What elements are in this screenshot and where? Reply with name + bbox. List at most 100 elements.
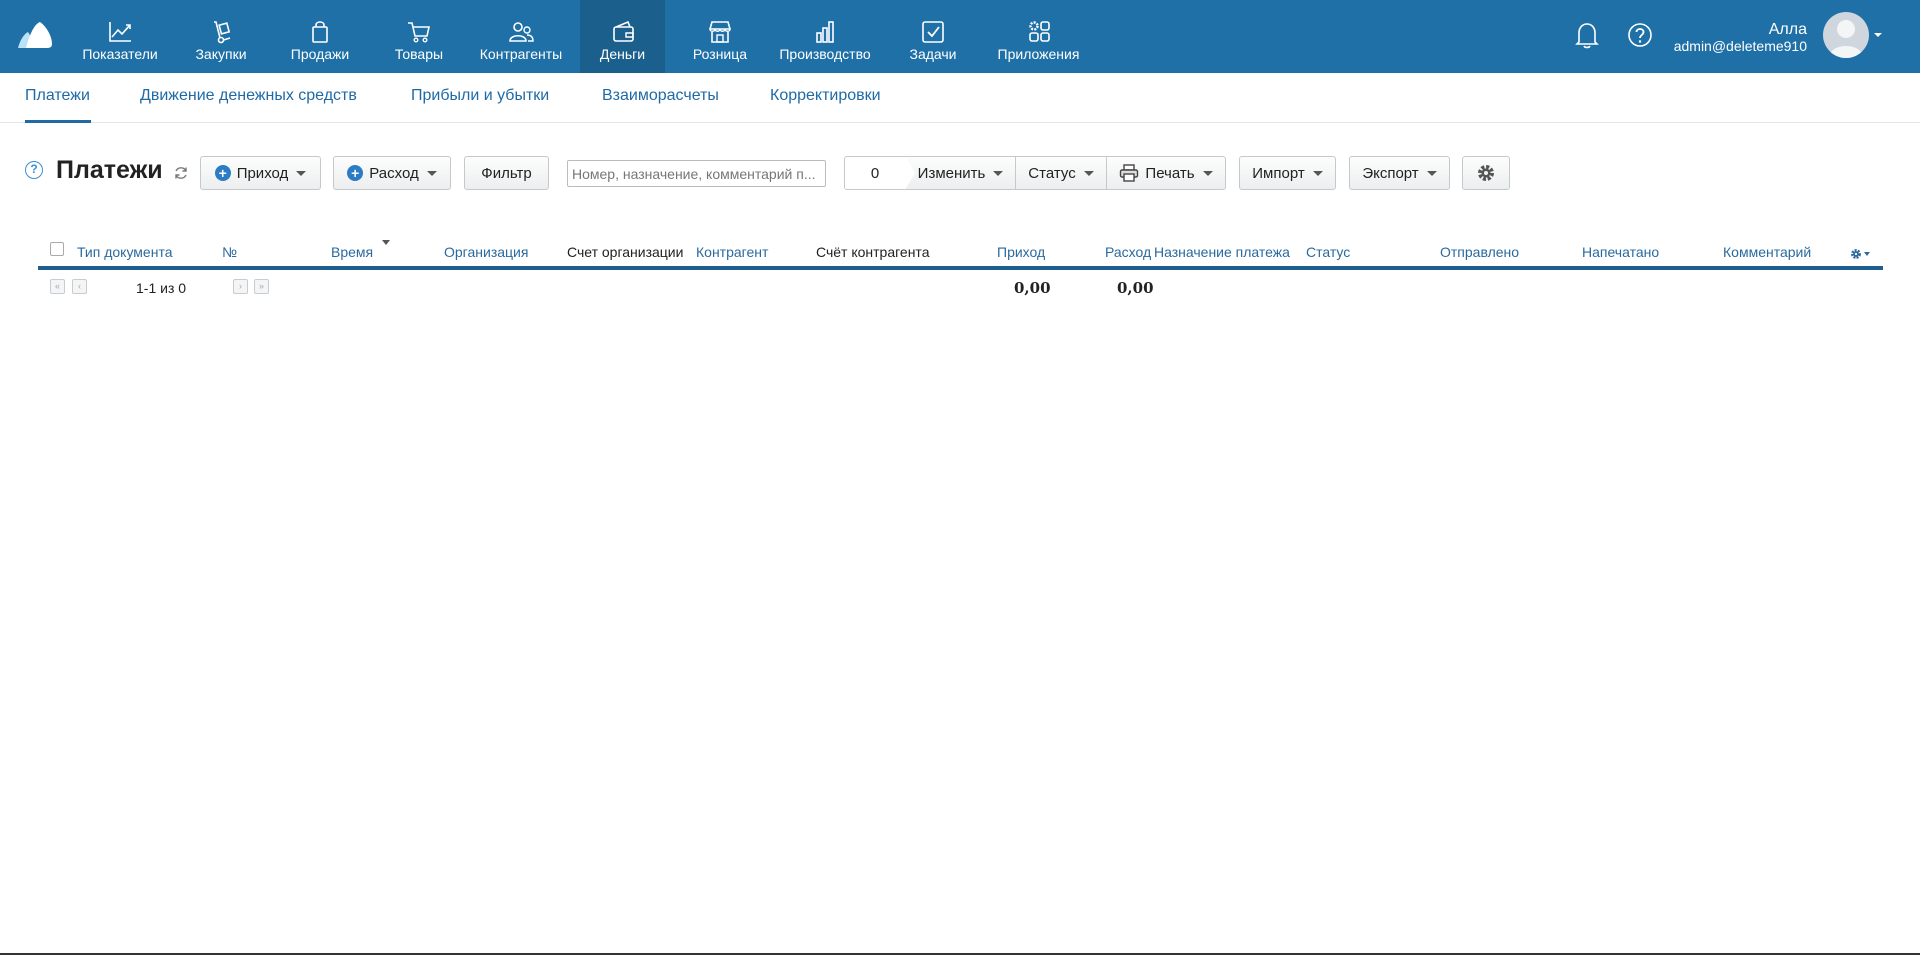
tab-payments[interactable]: Платежи [25,87,90,105]
search-input[interactable] [567,160,826,187]
nav-retail[interactable]: Розница [689,0,751,73]
chevron-down-icon [993,170,1004,176]
pager-text: 1-1 из 0 [136,280,187,296]
column-expense[interactable]: Расход [1105,244,1151,260]
column-organization[interactable]: Организация [444,244,528,260]
chevron-down-icon [296,170,307,176]
nav-products[interactable]: Товары [387,0,451,73]
tab-adjustments[interactable]: Корректировки [770,87,881,105]
sub-navigation: Платежи Движение денежных средств Прибыл… [0,73,1920,123]
selected-count: 0 [844,156,906,190]
total-income: 0,00 [1014,279,1051,297]
column-time[interactable]: Время [331,244,373,260]
store-icon [708,21,732,43]
import-button[interactable]: Импорт [1239,156,1336,190]
moysklad-logo-icon[interactable] [16,18,56,52]
nav-sales[interactable]: Продажи [284,0,356,73]
refresh-icon[interactable] [173,165,189,181]
table-header: Тип документа № Время Организация Счет о… [38,240,1883,270]
page-help-icon[interactable]: ? [25,161,43,179]
import-button-label: Импорт [1252,164,1305,182]
nav-indicators[interactable]: Показатели [77,0,163,73]
income-button[interactable]: + Приход [200,156,321,190]
column-status[interactable]: Статус [1306,244,1350,260]
gear-icon [1478,165,1494,181]
status-button[interactable]: Статус [1015,156,1107,190]
export-button[interactable]: Экспорт [1349,156,1450,190]
shopping-bag-icon [312,21,328,43]
top-navigation-bar: Показатели Закупки Продажи Товары Контра… [0,0,1920,73]
nav-money[interactable]: Деньги [580,0,665,73]
nav-tasks[interactable]: Задачи [905,0,961,73]
filter-button[interactable]: Фильтр [464,156,549,190]
change-button-label: Изменить [917,164,986,182]
column-purpose[interactable]: Назначение платежа [1154,244,1290,260]
user-name[interactable]: Алла [1769,21,1807,39]
settings-button[interactable] [1462,156,1510,190]
chart-line-icon [109,22,131,42]
column-settings-button[interactable] [1850,248,1870,260]
total-expense: 0,00 [1117,279,1154,297]
filter-button-label: Фильтр [481,164,532,182]
nav-label: Задачи [909,46,957,62]
chevron-down-icon [426,170,437,176]
sort-desc-icon [382,240,390,245]
chevron-down-icon [1864,252,1870,256]
plus-icon: + [347,165,364,181]
nav-counterparties[interactable]: Контрагенты [477,0,565,73]
user-login[interactable]: admin@deleteme910 [1674,38,1807,54]
change-button[interactable]: Изменить [906,156,1016,190]
next-page-button[interactable]: › [233,279,248,294]
printer-icon [1120,164,1139,182]
user-silhouette-icon [1829,20,1863,58]
print-button[interactable]: Печать [1106,156,1226,190]
chevron-down-icon [1202,170,1213,176]
nav-label: Показатели [82,46,158,62]
chevron-down-icon [1312,170,1323,176]
column-org-account: Счет организации [567,244,684,260]
chevron-down-icon [1083,170,1094,176]
column-sent[interactable]: Отправлено [1440,244,1519,260]
column-number[interactable]: № [222,244,237,260]
select-all-checkbox[interactable] [50,242,64,256]
nav-label: Продажи [290,46,350,62]
bell-icon[interactable] [1573,20,1601,50]
column-income[interactable]: Приход [997,244,1045,260]
nav-label: Деньги [599,46,646,62]
expense-button[interactable]: + Расход [333,156,451,190]
column-counterparty-account: Счёт контрагента [816,244,930,260]
page-title: Платежи [56,156,163,184]
tab-profit-loss[interactable]: Прибыли и убытки [411,87,549,105]
last-page-button[interactable]: » [254,279,269,294]
chevron-down-icon [1426,170,1437,176]
tab-cash-flow[interactable]: Движение денежных средств [140,87,357,105]
column-comment[interactable]: Комментарий [1723,244,1811,260]
nav-production[interactable]: Производство [775,0,875,73]
apps-icon [1028,21,1050,42]
column-printed[interactable]: Напечатано [1582,244,1659,260]
plus-icon: + [214,165,231,181]
active-tab-underline [25,120,91,123]
user-menu-caret-icon[interactable] [1874,33,1882,37]
nav-label: Товары [394,46,444,62]
tab-settlements[interactable]: Взаиморасчеты [602,87,719,105]
help-icon[interactable] [1626,21,1654,49]
nav-purchases[interactable]: Закупки [185,0,257,73]
column-doc-type[interactable]: Тип документа [77,244,173,260]
prev-page-button[interactable]: ‹ [72,279,87,294]
nav-label: Закупки [195,46,247,62]
first-page-button[interactable]: « [50,279,65,294]
nav-label: Розница [692,46,748,62]
column-counterparty[interactable]: Контрагент [696,244,768,260]
counter-arrow-fill [905,156,915,190]
status-button-label: Статус [1028,164,1076,182]
export-button-label: Экспорт [1362,164,1419,182]
hand-truck-icon [214,21,231,44]
people-icon [509,22,534,42]
wallet-icon [612,20,634,42]
nav-apps[interactable]: Приложения [994,0,1083,73]
income-button-label: Приход [236,164,289,182]
avatar[interactable] [1823,12,1869,58]
nav-label: Приложения [997,46,1080,62]
cart-icon [408,22,430,43]
